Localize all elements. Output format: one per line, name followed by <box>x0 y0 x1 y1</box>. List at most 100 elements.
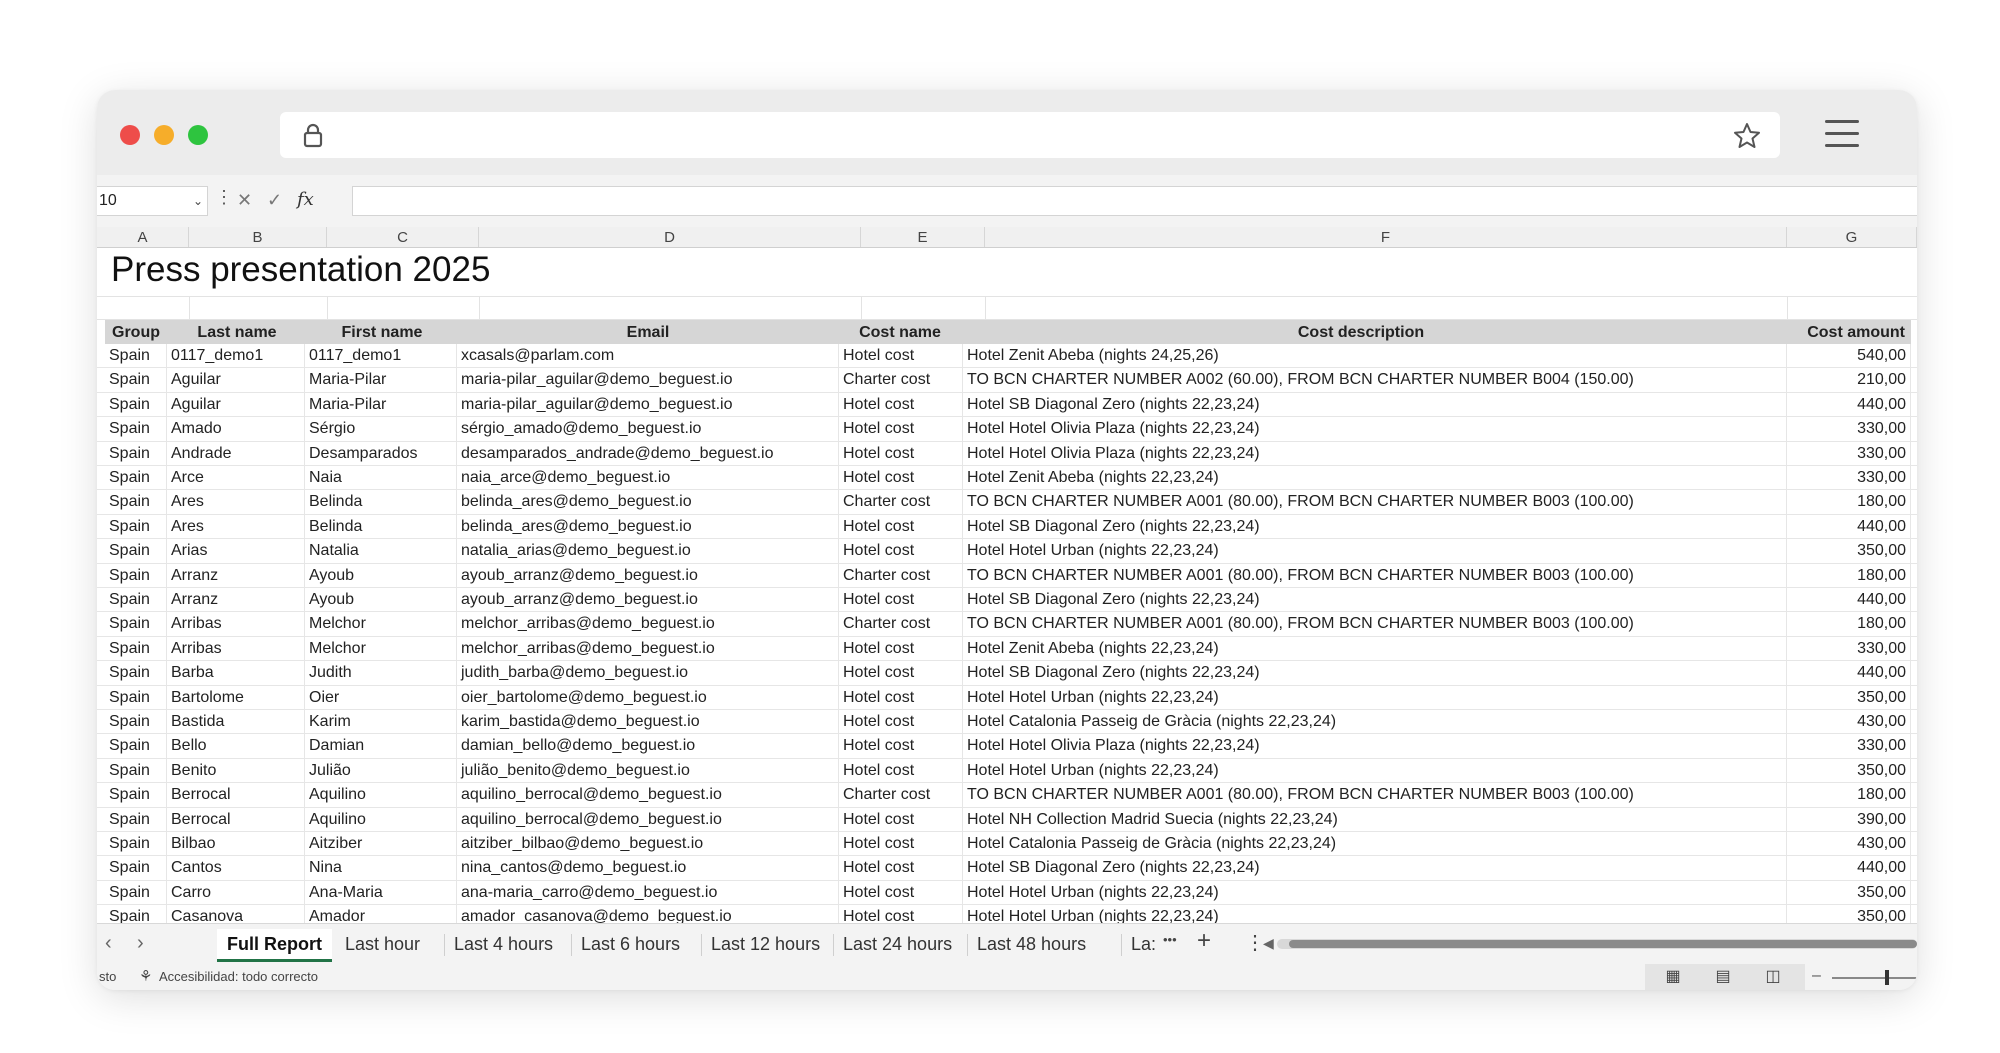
table-cell[interactable]: TO BCN CHARTER NUMBER A001 (80.00), FROM… <box>963 612 1787 637</box>
table-cell[interactable]: Cantos <box>167 856 305 881</box>
table-cell[interactable]: Hotel cost <box>839 636 963 661</box>
table-cell[interactable]: Charter cost <box>839 783 963 808</box>
sheet-grid[interactable]: Press presentation 2025 Group Last name … <box>97 248 1917 923</box>
sheet-tab[interactable]: La: <box>1131 929 1156 959</box>
table-cell[interactable]: Spain <box>105 368 167 393</box>
table-cell[interactable]: Hotel SB Diagonal Zero (nights 22,23,24) <box>963 588 1787 612</box>
table-cell[interactable]: Hotel cost <box>839 832 963 856</box>
table-cell[interactable]: 440,00 <box>1787 392 1911 417</box>
table-cell[interactable]: Hotel SB Diagonal Zero (nights 22,23,24) <box>963 661 1787 686</box>
table-cell[interactable]: Barba <box>167 661 305 686</box>
table-cell[interactable]: aitziber_bilbao@demo_beguest.io <box>457 832 839 856</box>
column-header[interactable]: D <box>479 227 861 247</box>
table-cell[interactable]: ayoub_arranz@demo_beguest.io <box>457 563 839 588</box>
table-cell[interactable]: 430,00 <box>1787 710 1911 734</box>
table-cell[interactable]: Spain <box>105 539 167 564</box>
table-cell[interactable]: Spain <box>105 441 167 466</box>
table-cell[interactable]: 330,00 <box>1787 441 1911 466</box>
table-cell[interactable]: Hotel Hotel Urban (nights 22,23,24) <box>963 880 1787 905</box>
table-cell[interactable]: maria-pilar_aguilar@demo_beguest.io <box>457 368 839 393</box>
table-cell[interactable]: Arribas <box>167 612 305 637</box>
table-cell[interactable]: ayoub_arranz@demo_beguest.io <box>457 588 839 612</box>
table-cell[interactable]: Hotel cost <box>839 661 963 686</box>
accessibility-status[interactable]: Accesibilidad: todo correcto <box>159 969 318 984</box>
sheet-tab[interactable]: Last hour <box>345 929 420 959</box>
table-cell[interactable]: 330,00 <box>1787 417 1911 442</box>
table-cell[interactable]: 180,00 <box>1787 490 1911 515</box>
table-cell[interactable]: Spain <box>105 710 167 734</box>
table-cell[interactable]: Ares <box>167 490 305 515</box>
add-sheet-button[interactable]: + <box>1197 927 1211 955</box>
table-cell[interactable]: Hotel Zenit Abeba (nights 22,23,24) <box>963 466 1787 490</box>
table-cell[interactable]: Spain <box>105 563 167 588</box>
table-cell[interactable]: 0117_demo1 <box>167 344 305 368</box>
table-cell[interactable]: Hotel Zenit Abeba (nights 22,23,24) <box>963 636 1787 661</box>
table-cell[interactable]: TO BCN CHARTER NUMBER A001 (80.00), FROM… <box>963 563 1787 588</box>
table-cell[interactable]: Bartolome <box>167 685 305 710</box>
table-cell[interactable]: 440,00 <box>1787 514 1911 539</box>
table-cell[interactable]: Spain <box>105 856 167 881</box>
chevron-down-icon[interactable]: ⌄ <box>193 187 203 215</box>
table-cell[interactable]: melchor_arribas@demo_beguest.io <box>457 636 839 661</box>
table-cell[interactable]: Spain <box>105 832 167 856</box>
table-cell[interactable]: Spain <box>105 661 167 686</box>
zoom-out-icon[interactable]: – <box>1812 967 1821 985</box>
table-cell[interactable]: Hotel Zenit Abeba (nights 24,25,26) <box>963 344 1787 368</box>
star-icon[interactable] <box>1732 121 1762 151</box>
table-cell[interactable]: Hotel cost <box>839 539 963 564</box>
table-cell[interactable]: Hotel SB Diagonal Zero (nights 22,23,24) <box>963 392 1787 417</box>
sheet-tab[interactable]: Last 48 hours <box>977 929 1086 959</box>
table-cell[interactable]: xcasals@parlam.com <box>457 344 839 368</box>
table-cell[interactable]: Ares <box>167 514 305 539</box>
sheet-tab[interactable]: Last 24 hours <box>843 929 952 959</box>
table-cell[interactable]: Hotel cost <box>839 466 963 490</box>
table-cell[interactable]: Julião <box>305 758 457 783</box>
table-cell[interactable]: julião_benito@demo_beguest.io <box>457 758 839 783</box>
scrollbar-thumb[interactable] <box>1289 940 1917 948</box>
table-cell[interactable]: Sérgio <box>305 417 457 442</box>
table-cell[interactable]: Maria-Pilar <box>305 368 457 393</box>
sheet-tab[interactable]: Last 12 hours <box>711 929 820 959</box>
table-cell[interactable]: Hotel cost <box>839 710 963 734</box>
column-header[interactable]: E <box>861 227 985 247</box>
table-cell[interactable]: Aguilar <box>167 368 305 393</box>
next-sheet-icon[interactable]: › <box>137 932 144 955</box>
table-cell[interactable]: aquilino_berrocal@demo_beguest.io <box>457 783 839 808</box>
table-cell[interactable]: Hotel cost <box>839 441 963 466</box>
page-break-preview-icon[interactable]: ◫ <box>1753 966 1793 988</box>
table-cell[interactable]: Spain <box>105 636 167 661</box>
more-tabs-icon[interactable]: ••• <box>1163 932 1177 947</box>
table-cell[interactable]: Charter cost <box>839 368 963 393</box>
prev-sheet-icon[interactable]: ‹ <box>105 932 112 955</box>
table-cell[interactable]: 540,00 <box>1787 344 1911 368</box>
table-cell[interactable]: TO BCN CHARTER NUMBER A001 (80.00), FROM… <box>963 490 1787 515</box>
table-cell[interactable]: 180,00 <box>1787 563 1911 588</box>
zoom-slider[interactable] <box>1832 977 1917 979</box>
table-cell[interactable]: Hotel cost <box>839 880 963 905</box>
column-header[interactable]: A <box>97 227 189 247</box>
table-cell[interactable]: 180,00 <box>1787 783 1911 808</box>
table-cell[interactable]: Spain <box>105 417 167 442</box>
table-cell[interactable]: Amador <box>305 905 457 923</box>
table-cell[interactable]: damian_bello@demo_beguest.io <box>457 734 839 759</box>
table-cell[interactable]: Arribas <box>167 636 305 661</box>
table-cell[interactable]: Amado <box>167 417 305 442</box>
table-cell[interactable]: Hotel Hotel Olivia Plaza (nights 22,23,2… <box>963 441 1787 466</box>
table-cell[interactable]: Hotel SB Diagonal Zero (nights 22,23,24) <box>963 514 1787 539</box>
hamburger-menu-icon[interactable] <box>1825 120 1859 148</box>
table-cell[interactable]: Natalia <box>305 539 457 564</box>
table-cell[interactable]: 350,00 <box>1787 685 1911 710</box>
table-cell[interactable]: Hotel cost <box>839 392 963 417</box>
table-cell[interactable]: Arranz <box>167 588 305 612</box>
table-cell[interactable]: 180,00 <box>1787 612 1911 637</box>
table-cell[interactable]: TO BCN CHARTER NUMBER A001 (80.00), FROM… <box>963 783 1787 808</box>
table-cell[interactable]: Bilbao <box>167 832 305 856</box>
table-cell[interactable]: sérgio_amado@demo_beguest.io <box>457 417 839 442</box>
minimize-window-button[interactable] <box>154 125 174 145</box>
table-cell[interactable]: TO BCN CHARTER NUMBER A002 (60.00), FROM… <box>963 368 1787 393</box>
column-header[interactable]: G <box>1787 227 1917 247</box>
table-cell[interactable]: 430,00 <box>1787 832 1911 856</box>
table-cell[interactable]: 440,00 <box>1787 856 1911 881</box>
table-cell[interactable]: Belinda <box>305 490 457 515</box>
table-cell[interactable]: Hotel cost <box>839 685 963 710</box>
